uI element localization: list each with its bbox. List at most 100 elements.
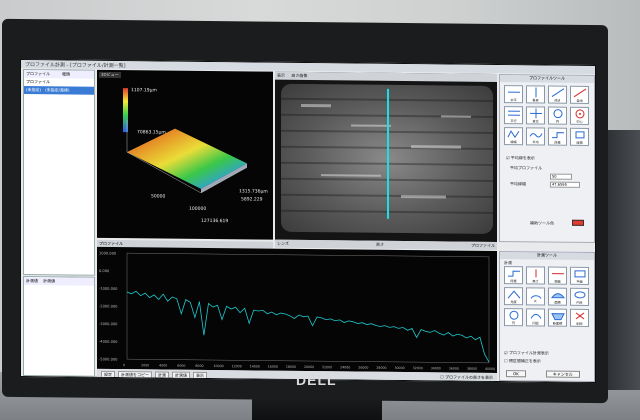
show-average-label: 平均線を表示 [510, 155, 535, 161]
axis-x-label: 50000 [151, 194, 166, 200]
value-label-2: 5892.229 [241, 197, 263, 203]
tool-circle-icon[interactable]: 円 [548, 106, 567, 125]
col-header-measure-2: 計測値 [43, 278, 56, 284]
measure-button[interactable]: 計測 [155, 370, 169, 379]
x-tick-label: 10000 [214, 364, 224, 368]
closed-correction-label: 閉区間補正を表示 [508, 358, 541, 364]
tool-width-icon[interactable]: 線幅 [504, 127, 523, 146]
measure-tools-grid: 段差 高さ 距離 平面 角度 R 面積 円柱 円 円弧 断面積 削除 [504, 266, 589, 327]
tool-vertical-icon[interactable]: 垂直 [526, 85, 545, 104]
x-tick-label: 2000 [141, 363, 149, 367]
measure-tools-header: 計測ツール [500, 252, 594, 261]
x-tick-label: 24000 [340, 365, 350, 369]
cancel-button[interactable]: キャンセル [545, 370, 580, 378]
footer-height[interactable]: 高さ [376, 242, 384, 248]
tool-horizontal-icon[interactable]: 水平 [504, 85, 523, 104]
measurement-list-panel: 計測値 計測値 [23, 276, 95, 377]
measure-plane-icon[interactable]: 平面 [570, 266, 589, 285]
image-toolbar-display[interactable]: 表示 [277, 73, 285, 78]
x-tick-label: 8000 [195, 364, 203, 368]
measure-distance-icon[interactable]: 距離 [548, 266, 567, 285]
tool-free-icon[interactable]: 自由 [570, 85, 589, 104]
average-width-label: 平均線幅 [510, 181, 526, 187]
x-tick-label: 14000 [250, 364, 260, 368]
y-tick-label: 0.000 [99, 269, 110, 273]
axis-z-label: 70863.15μm [137, 130, 166, 136]
3d-view-panel[interactable]: 3Dビュー 1107.19μm 70863.15μm 50000 100000 … [97, 69, 273, 240]
monitor-screen: プロファイル計測 - [プロファイル/計測一覧] プロファイル 種類 プロファイ… [20, 59, 596, 384]
settings-button[interactable]: 設定 [101, 370, 115, 378]
surface-polygon [127, 128, 247, 189]
average-width-input[interactable]: 47.6595 [550, 181, 580, 188]
height-image-view[interactable]: 表示 高さ画像 [275, 71, 497, 243]
tool-parallel-icon[interactable]: 平行 [504, 106, 523, 125]
x-tick-label: 40000 [485, 367, 495, 371]
measure-cylinder-icon[interactable]: 円柱 [570, 287, 589, 306]
x-tick-label: 34000 [431, 366, 441, 370]
ok-button[interactable]: OK [506, 370, 526, 378]
value-label-3: 127136.619 [201, 218, 229, 225]
footer-profile[interactable]: プロファイル [471, 243, 495, 249]
show-height-checkbox-label: プロファイルの高さを表示 [445, 374, 493, 380]
x-tick-label: 6000 [177, 364, 185, 368]
x-tick-label: 20000 [304, 365, 314, 369]
show-average-checkbox[interactable]: ☑ 平均線を表示 [506, 155, 535, 161]
x-tick-label: 16000 [268, 365, 278, 369]
y-tick-label: -5000.000 [99, 357, 118, 361]
tool-center-icon[interactable]: 中心 [570, 106, 589, 125]
list-item-selected[interactable]: (未指定) (未指定/直線) [24, 86, 94, 95]
footer-lens[interactable]: レンズ [277, 241, 289, 247]
tool-step-icon[interactable]: 段差 [548, 127, 567, 146]
side-equipment [603, 130, 640, 390]
tool-orthogonal-icon[interactable]: 直交 [526, 106, 545, 125]
axis-y-label: 100000 [189, 206, 207, 212]
col-header-type: 種類 [62, 71, 70, 77]
profile-list-panel: プロファイル 種類 プロファイル (未指定) (未指定/直線) [23, 69, 95, 276]
helper-color-label: 補助ツール色 [530, 220, 554, 226]
value-label-1: 1315.736μm [239, 189, 268, 195]
profile-measure-label: プロファイル計測表示 [508, 350, 549, 356]
scale-top-label: 1107.19μm [131, 88, 157, 94]
measure-height-icon[interactable]: 高さ [526, 266, 545, 285]
y-tick-label: -2000.000 [99, 304, 118, 308]
color-scale-bar [123, 88, 128, 133]
measure-section-area-icon[interactable]: 断面積 [548, 308, 567, 327]
values-button[interactable]: 計測値 [172, 371, 190, 379]
copy-values-button[interactable]: 計測値をコピー [118, 370, 152, 378]
show-height-checkbox[interactable]: ☐ プロファイルの高さを表示 [440, 374, 493, 381]
chart-plot-frame [126, 252, 490, 364]
col-header-profile: プロファイル [26, 71, 50, 77]
measure-angle-icon[interactable]: 角度 [504, 287, 523, 306]
tool-coordinate-icon[interactable]: 座標 [570, 127, 589, 146]
tool-slope-icon[interactable]: 傾き [548, 85, 567, 104]
x-tick-label: 0 [123, 363, 125, 367]
measure-tools-panel: 計測ツール 計測 段差 高さ 距離 平面 角度 R 面積 円柱 円 円弧 断面積… [499, 251, 595, 383]
average-profile-input[interactable]: 50 [550, 173, 572, 180]
profile-line-marker[interactable] [387, 88, 389, 219]
x-tick-label: 38000 [467, 367, 477, 371]
measure-radius-icon[interactable]: R [526, 287, 545, 306]
x-tick-label: 36000 [449, 367, 459, 371]
average-profile-label: 平均プロファイル [510, 165, 542, 171]
measure-step-icon[interactable]: 段差 [504, 266, 523, 285]
image-toolbar-mode[interactable]: 高さ画像 [291, 73, 307, 78]
helper-color-swatch[interactable] [572, 219, 584, 226]
profile-measure-checkbox[interactable]: ☑ プロファイル計測表示 [504, 350, 549, 356]
image-toolbar: 表示 高さ画像 [275, 71, 497, 83]
measure-delete-icon[interactable]: 削除 [570, 308, 589, 327]
tool-average-icon[interactable]: 平均 [526, 127, 545, 146]
profile-tools-panel: プロファイルツール 水平 垂直 傾き 自由 平行 直交 円 中心 線幅 平均 段… [499, 74, 595, 244]
list-item-type: (未指定/直線) [45, 87, 70, 93]
measure-circle-icon[interactable]: 円 [504, 308, 523, 327]
measure-area-icon[interactable]: 面積 [548, 287, 567, 306]
y-tick-label: -1000.000 [99, 287, 118, 291]
profile-chart[interactable]: 1000.000 0.000 -1000.000 -2000.000 -3000.000… [97, 246, 497, 374]
x-tick-label: 4000 [159, 363, 167, 367]
measure-arc-icon[interactable]: 円弧 [526, 308, 545, 327]
x-tick-label: 26000 [358, 366, 368, 370]
monitor-bezel: プロファイル計測 - [プロファイル/計測一覧] プロファイル 種類 プロファイ… [2, 18, 608, 404]
display-button[interactable]: 表示 [193, 371, 207, 379]
closed-correction-checkbox[interactable]: ☐ 閉区間補正を表示 [504, 358, 541, 364]
list-item-name: (未指定) [26, 87, 42, 93]
x-tick-label: 28000 [376, 366, 386, 370]
